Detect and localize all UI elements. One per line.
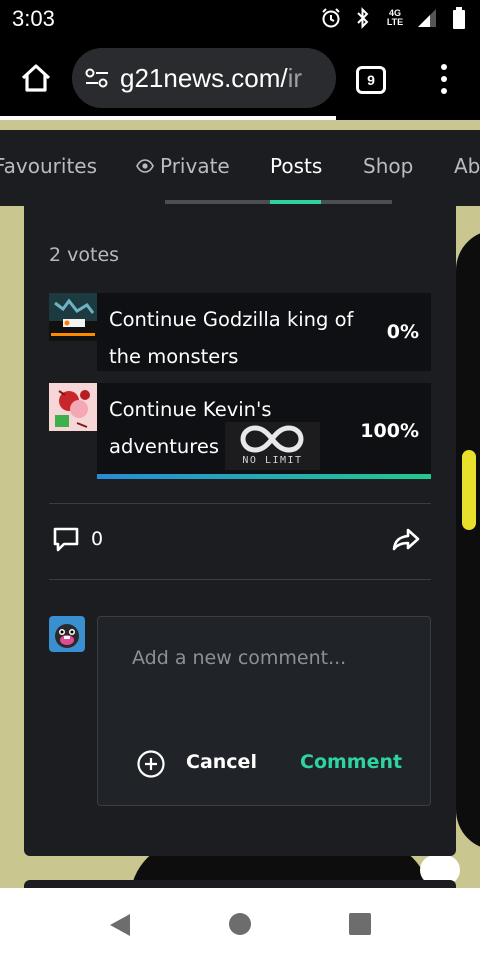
add-attachment-button[interactable] <box>136 749 166 779</box>
status-bar: 3:03 4G LTE <box>0 0 480 38</box>
avatar <box>49 616 85 652</box>
share-icon <box>392 528 420 551</box>
comment-submit-button[interactable]: Comment <box>300 751 402 773</box>
recent-apps-button[interactable] <box>349 913 371 935</box>
home-nav-button[interactable] <box>229 913 251 935</box>
browser-toolbar: g21news.com/ir 9 <box>0 38 480 120</box>
battery-icon <box>448 7 470 29</box>
network-bottom-label: LTE <box>386 17 404 27</box>
poll-option-percent: 100% <box>360 420 419 442</box>
poll-option-thumbnail <box>49 383 97 431</box>
comment-input[interactable]: Add a new comment... <box>132 647 346 669</box>
network-type-icon: 4G LTE <box>384 7 406 29</box>
alarm-icon <box>320 7 342 29</box>
comments-button[interactable]: 0 <box>51 524 103 554</box>
tab-posts[interactable]: Posts <box>270 154 322 178</box>
infinity-icon <box>240 425 304 453</box>
browser-menu-button[interactable] <box>432 64 456 94</box>
tab-about[interactable]: Ab <box>454 154 480 178</box>
url-path: ir <box>287 62 303 93</box>
home-icon <box>21 64 51 92</box>
active-tab-indicator <box>270 200 321 204</box>
plus-circle-icon <box>137 750 165 778</box>
status-icons: 4G LTE <box>320 6 470 30</box>
background-illustration <box>456 230 480 850</box>
comment-composer: Add a new comment... Cancel Comment <box>97 616 431 806</box>
menu-dot <box>441 76 447 82</box>
poll-option-box: Continue Godzilla king of the monsters 0… <box>97 293 431 371</box>
home-button[interactable] <box>18 60 54 96</box>
site-settings-icon[interactable] <box>84 65 110 91</box>
comment-count: 0 <box>91 528 104 550</box>
background-illustration-eye <box>462 450 476 530</box>
menu-dot <box>441 88 447 94</box>
poll-option[interactable]: Continue Godzilla king of the monsters 0… <box>49 293 431 371</box>
eye-icon <box>136 159 154 173</box>
poll-option-text: Continue Godzilla king of the monsters <box>109 308 354 368</box>
back-icon <box>110 914 130 936</box>
tab-switcher-button[interactable]: 9 <box>356 66 386 94</box>
divider <box>49 579 431 580</box>
tab-private-label: Private <box>160 154 230 178</box>
tab-shop[interactable]: Shop <box>363 154 413 178</box>
tab-private[interactable]: Private <box>136 154 230 178</box>
post-card: 2 votes Continue Godzilla king of the mo… <box>24 206 456 856</box>
address-bar[interactable]: g21news.com/ir <box>72 48 336 108</box>
poll-option-thumbnail <box>49 293 97 341</box>
poll-option-result-bar <box>97 474 431 479</box>
status-time: 3:03 <box>12 6 55 31</box>
profile-nav-tabs: Favourites Private Posts Shop Ab <box>0 130 480 206</box>
bluetooth-icon <box>352 7 374 29</box>
url-text: g21news.com/ir <box>120 63 302 94</box>
watermark-text: NO LIMIT <box>242 455 303 466</box>
cancel-button[interactable]: Cancel <box>186 751 257 773</box>
poll-option-percent: 0% <box>386 321 419 343</box>
tab-count: 9 <box>367 72 375 88</box>
back-button[interactable] <box>108 912 132 938</box>
share-button[interactable] <box>390 524 422 556</box>
watermark-logo: NO LIMIT <box>225 422 320 470</box>
tab-favourites[interactable]: Favourites <box>0 154 97 178</box>
menu-dot <box>441 64 447 70</box>
comment-icon <box>53 527 79 552</box>
signal-icon <box>416 7 438 29</box>
poll-votes-count: 2 votes <box>49 244 120 266</box>
divider <box>49 503 431 504</box>
url-domain: g21news.com/ <box>120 62 288 93</box>
system-navigation-bar <box>0 888 480 960</box>
